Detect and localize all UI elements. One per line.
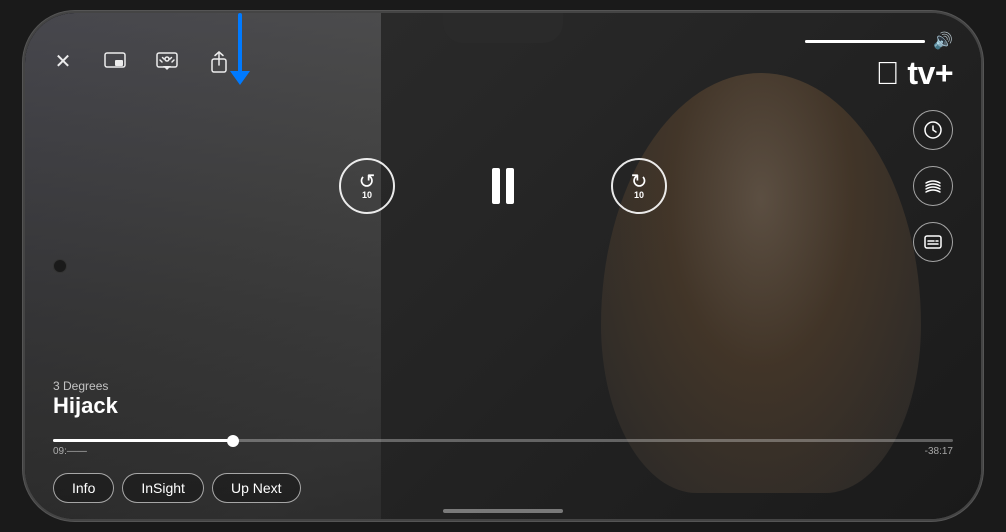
tv-plus-text: tv+: [907, 55, 953, 91]
rewind-seconds: 10: [362, 190, 372, 200]
middle-area: ↺ 10 ↻ 10: [25, 102, 981, 271]
home-indicator: [443, 509, 563, 513]
remaining-time: -38:17: [925, 446, 953, 457]
volume-icon: 🔊: [933, 31, 953, 51]
forward-button[interactable]: ↻ 10: [611, 158, 667, 214]
phone-frame: ✕: [23, 11, 983, 521]
volume-bar[interactable]: [805, 40, 925, 43]
right-side-controls: [913, 110, 953, 262]
playback-controls: ↺ 10 ↻ 10: [339, 158, 667, 214]
audio-tracks-button[interactable]: [913, 166, 953, 206]
spacer: [25, 271, 981, 440]
share-button[interactable]: [205, 48, 233, 76]
pause-button[interactable]: [475, 158, 531, 214]
rewind-button[interactable]: ↺ 10: [339, 158, 395, 214]
top-right-area: 🔊  tv+: [805, 31, 953, 92]
apple-tv-logo:  tv+: [875, 55, 953, 92]
tab-up-next[interactable]: Up Next: [212, 473, 301, 503]
progress-area: 09:—— -38:17: [25, 439, 981, 457]
subtitles-button[interactable]: [913, 222, 953, 262]
tab-insight[interactable]: InSight: [122, 473, 204, 503]
show-title: Hijack: [53, 393, 118, 419]
controls-overlay: ✕: [25, 13, 981, 519]
close-button[interactable]: ✕: [49, 48, 77, 76]
forward-seconds: 10: [634, 190, 644, 200]
volume-row: 🔊: [805, 31, 953, 51]
picture-in-picture-button[interactable]: [101, 48, 129, 76]
apple-logo-icon: : [875, 55, 899, 91]
volume-fill: [805, 40, 925, 43]
tab-info[interactable]: Info: [53, 473, 114, 503]
progress-track[interactable]: [53, 439, 953, 442]
show-episode: 3 Degrees: [53, 379, 118, 393]
progress-thumb: [227, 435, 239, 447]
notch: [443, 13, 563, 43]
pause-icon: [492, 168, 514, 204]
current-time: 09:——: [53, 446, 87, 457]
title-area: 3 Degrees Hijack: [53, 379, 118, 419]
pause-bar-left: [492, 168, 500, 204]
time-labels: 09:—— -38:17: [53, 446, 953, 457]
progress-fill: [53, 439, 233, 442]
rewind-icon: ↺: [359, 172, 376, 192]
pause-bar-right: [506, 168, 514, 204]
airplay-button[interactable]: [153, 48, 181, 76]
playback-speed-button[interactable]: [913, 110, 953, 150]
forward-icon: ↻: [631, 172, 648, 192]
camera-cutout: [53, 259, 67, 273]
phone-screen: ✕: [25, 13, 981, 519]
top-left-controls: ✕: [49, 48, 233, 76]
power-button: [981, 163, 983, 243]
